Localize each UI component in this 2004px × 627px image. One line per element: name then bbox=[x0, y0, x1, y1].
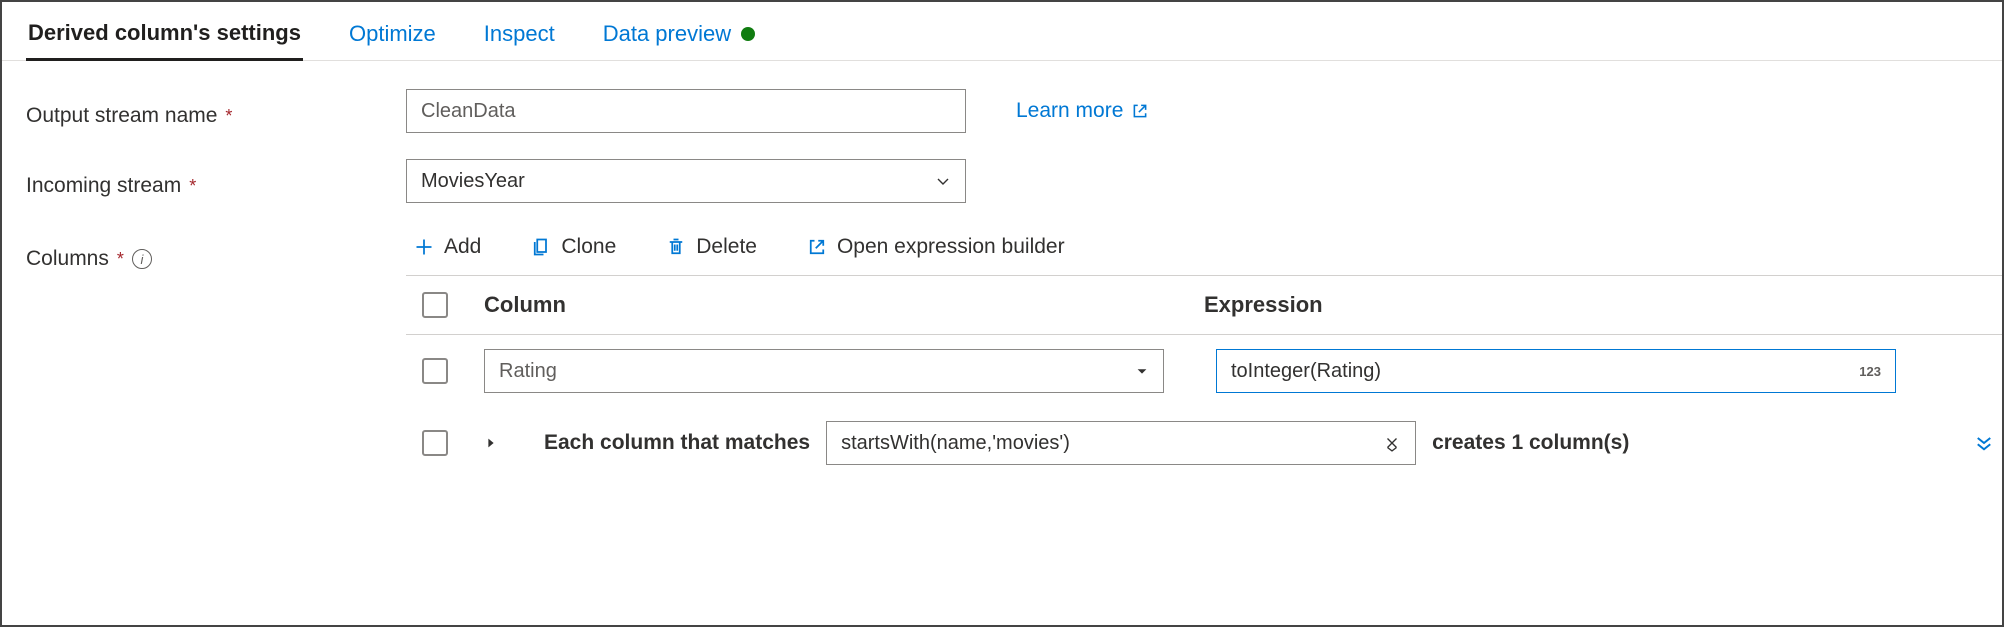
learn-more-text: Learn more bbox=[1016, 99, 1123, 123]
table-header: Column Expression bbox=[406, 276, 2004, 335]
tab-optimize[interactable]: Optimize bbox=[347, 13, 438, 59]
output-stream-input[interactable] bbox=[406, 89, 966, 133]
match-expression-input[interactable]: startsWith(name,'movies') bbox=[826, 421, 1416, 465]
external-link-icon bbox=[807, 237, 827, 257]
incoming-stream-value: MoviesYear bbox=[421, 170, 525, 193]
copy-icon bbox=[531, 237, 551, 257]
learn-more-link[interactable]: Learn more bbox=[1016, 99, 1149, 123]
tab-settings[interactable]: Derived column's settings bbox=[26, 12, 303, 61]
incoming-stream-select[interactable]: MoviesYear bbox=[406, 159, 966, 203]
type-badge: 123 bbox=[1859, 364, 1881, 379]
tab-data-preview-label: Data preview bbox=[603, 21, 731, 47]
tab-inspect[interactable]: Inspect bbox=[482, 13, 557, 59]
required-marker: * bbox=[225, 106, 232, 127]
status-indicator-icon bbox=[741, 27, 755, 41]
tab-data-preview[interactable]: Data preview bbox=[601, 13, 757, 59]
match-expression-value: startsWith(name,'movies') bbox=[841, 432, 1070, 455]
label-columns-text: Columns bbox=[26, 247, 109, 271]
row-checkbox[interactable] bbox=[422, 358, 448, 384]
column-name-value: Rating bbox=[499, 360, 557, 383]
delete-button[interactable]: Delete bbox=[666, 235, 757, 259]
clone-button[interactable]: Clone bbox=[531, 235, 616, 259]
match-suffix: creates 1 column(s) bbox=[1432, 431, 1629, 455]
plus-icon bbox=[414, 237, 434, 257]
external-link-icon bbox=[1131, 102, 1149, 120]
select-all-checkbox[interactable] bbox=[422, 292, 448, 318]
columns-toolbar: Add Clone Delete bbox=[406, 229, 2004, 275]
collapse-all-button[interactable] bbox=[1974, 433, 1994, 453]
expression-input[interactable]: toInteger(Rating) 123 bbox=[1216, 349, 1896, 393]
columns-panel: Add Clone Delete bbox=[406, 229, 2004, 465]
tab-bar: Derived column's settings Optimize Inspe… bbox=[2, 2, 2002, 61]
double-chevron-down-icon bbox=[1974, 433, 1994, 453]
columns-table: Column Expression Rating bbox=[406, 275, 2004, 465]
header-column: Column bbox=[484, 292, 1204, 318]
table-row: Rating toInteger(Rating) 123 bbox=[406, 335, 2004, 407]
label-output-stream-text: Output stream name bbox=[26, 104, 217, 128]
info-icon[interactable]: i bbox=[132, 249, 152, 269]
open-builder-label: Open expression builder bbox=[837, 235, 1065, 259]
chevron-down-icon bbox=[935, 173, 951, 189]
chevron-right-icon bbox=[484, 436, 498, 450]
caret-down-icon bbox=[1135, 364, 1149, 378]
table-row-match: Each column that matches startsWith(name… bbox=[406, 407, 2004, 465]
label-incoming-stream-text: Incoming stream bbox=[26, 174, 181, 198]
delete-button-label: Delete bbox=[696, 235, 757, 259]
label-columns: Columns * i bbox=[26, 229, 406, 271]
column-name-select[interactable]: Rating bbox=[484, 349, 1164, 393]
required-marker: * bbox=[117, 249, 124, 270]
add-button[interactable]: Add bbox=[414, 235, 481, 259]
row-checkbox[interactable] bbox=[422, 430, 448, 456]
required-marker: * bbox=[189, 176, 196, 197]
expression-value: toInteger(Rating) bbox=[1231, 360, 1381, 383]
trash-icon bbox=[666, 237, 686, 257]
match-prefix: Each column that matches bbox=[544, 431, 810, 455]
label-output-stream: Output stream name * bbox=[26, 89, 406, 133]
expand-toggle[interactable] bbox=[484, 436, 544, 450]
add-button-label: Add bbox=[444, 235, 481, 259]
label-incoming-stream: Incoming stream * bbox=[26, 159, 406, 203]
clear-expand-icon[interactable] bbox=[1383, 434, 1401, 452]
clone-button-label: Clone bbox=[561, 235, 616, 259]
header-expression: Expression bbox=[1204, 292, 1924, 318]
open-expression-builder-button[interactable]: Open expression builder bbox=[807, 235, 1065, 259]
